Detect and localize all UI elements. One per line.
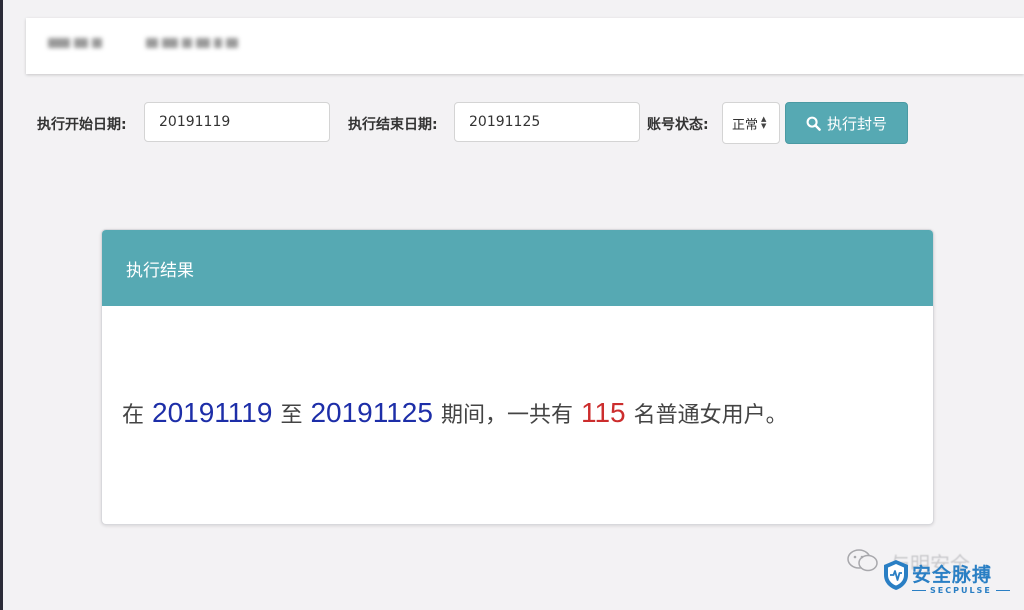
account-status-select[interactable]: 正常 ▲ ▼	[722, 102, 780, 144]
blurred-nav-text	[146, 36, 238, 50]
start-date-input[interactable]	[144, 102, 330, 142]
wechat-icon	[847, 549, 878, 572]
top-navbar	[26, 18, 1024, 74]
window-left-edge	[0, 0, 3, 610]
blurred-brand	[48, 36, 102, 50]
result-panel-title: 执行结果	[126, 260, 194, 281]
account-status-label: 账号状态:	[647, 117, 709, 133]
search-icon	[806, 116, 821, 131]
result-start-date: 20191119	[152, 397, 273, 428]
result-prefix: 在	[122, 403, 145, 428]
result-suffix: 名普通女用户。	[633, 403, 788, 428]
sort-arrows-icon: ▲ ▼	[761, 115, 767, 130]
execute-ban-button[interactable]: 执行封号	[785, 102, 908, 144]
result-middle-text: 期间，一共有	[440, 403, 573, 428]
result-count: 115	[580, 397, 626, 428]
result-end-date: 20191125	[310, 397, 433, 428]
result-panel-header: 执行结果	[102, 230, 933, 306]
watermark-brand: 安全脉搏	[912, 564, 993, 586]
end-date-label: 执行结束日期:	[348, 117, 438, 133]
account-status-value: 正常	[732, 117, 759, 133]
watermark: 与明安全 安全脉搏 SECPULSE	[846, 548, 1024, 610]
result-panel: 执行结果 在 20191119 至 20191125 期间，一共有 115 名普…	[101, 229, 934, 525]
filter-form: 执行开始日期: 执行结束日期: 账号状态: 正常 ▲▼ 执行封号	[0, 102, 1024, 144]
watermark-brand-en-text: SECPULSE	[930, 586, 992, 595]
end-date-input[interactable]	[454, 102, 640, 142]
result-mid: 至	[280, 403, 303, 428]
shield-logo	[884, 560, 908, 590]
execute-ban-label: 执行封号	[826, 114, 887, 133]
watermark-brand-en: SECPULSE	[912, 586, 1010, 595]
start-date-label: 执行开始日期:	[37, 117, 127, 133]
result-sentence: 在 20191119 至 20191125 期间，一共有 115 名普通女用户。	[122, 397, 788, 429]
